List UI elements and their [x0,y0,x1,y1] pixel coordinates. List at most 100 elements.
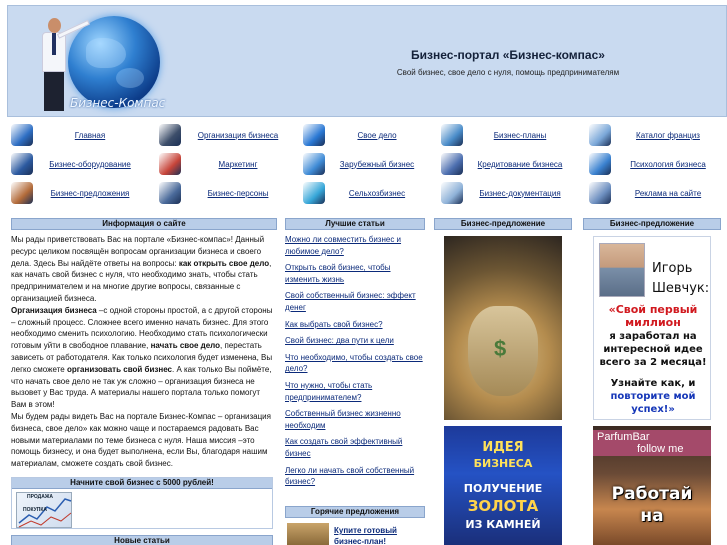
best-article-link[interactable]: Свой бизнес: два пути к цели [285,335,425,347]
logo-text: Бизнес-Компас [70,96,166,110]
parfumbar-logo: ParfumBar follow me [593,430,711,456]
money-bag-ad-banner[interactable] [444,236,562,420]
new-articles-title: Новые статьи [11,535,273,545]
business-offer-title-2: Бизнес-предложение [583,218,721,230]
nav-item-4[interactable]: Бизнес-планы [437,122,577,148]
nav-item-5[interactable]: Каталог франциз [585,122,725,148]
site-logo[interactable]: Бизнес-Компас [8,6,208,118]
parfumbar-logo-name: ParfumBar [597,431,650,443]
flower-icon[interactable] [303,182,325,204]
globe-icon[interactable] [11,124,33,146]
nav-item-label[interactable]: Психология бизнеса [611,160,725,169]
nav-item-2[interactable]: Организация бизнеса [155,122,295,148]
igor-ad-cta: повторите мой успех!» [610,391,696,415]
idea-ad-line-3: ПОЛУЧЕНИЕ [463,482,543,495]
hot-offers-title: Горячие предложения [285,506,425,518]
start-business-title: Начните свой бизнес с 5000 рублей! [12,478,272,489]
best-article-link[interactable]: Свой собственный бизнес: эффект денег [285,290,425,313]
nav-item-label[interactable]: Свое дело [325,131,429,140]
envelope-icon[interactable] [589,182,611,204]
nav-item-label[interactable]: Зарубежный бизнес [325,160,429,169]
chart-label-buy: ПОКУПКА [23,507,48,513]
nav-item-label[interactable]: Реклама на сайте [611,189,725,198]
catalog-icon[interactable] [589,124,611,146]
businessman-figure [36,18,90,114]
nav-item-10[interactable]: Психология бизнеса [585,151,725,177]
nav-item-label[interactable]: Бизнес-персоны [181,189,295,198]
question-icon[interactable] [589,153,611,175]
igor-first-name: Игорь [652,261,693,276]
info-highlight-open-business: как открыть свое дело [178,258,270,268]
compass-icon[interactable] [303,153,325,175]
nav-item-12[interactable]: Бизнес-персоны [155,180,295,206]
parfumbar-ad-headline-1: Работай [611,484,693,504]
credit-card-icon[interactable] [441,153,463,175]
business-offer-title-1: Бизнес-предложение [434,218,572,230]
page-title: Бизнес-портал «Бизнес-компас» [411,48,605,62]
nav-item-7[interactable]: Маркетинг [155,151,295,177]
best-article-link[interactable]: Легко ли начать свой собственный бизнес? [285,465,425,488]
nav-item-label[interactable]: Бизнес-предложения [33,189,147,198]
magnifier-icon[interactable] [159,182,181,204]
hot-offer-link[interactable]: Купите готовый бизнес-план! [334,525,424,545]
info-highlight-organization: Организация бизнеса [11,305,97,315]
nav-item-label[interactable]: Организация бизнеса [181,131,295,140]
nav-item-6[interactable]: Бизнес-оборудование [7,151,147,177]
nav-item-1[interactable]: Главная [7,122,147,148]
best-article-link[interactable]: Что нужно, чтобы стать предпринимателем? [285,380,425,403]
globe-logo-icon [68,16,160,108]
info-paragraph-3: Мы будем рады видеть Вас на портале Бизн… [11,411,271,469]
site-info-text: Мы рады приветствовать Вас на портале «Б… [11,234,277,470]
nav-item-8[interactable]: Зарубежный бизнес [299,151,429,177]
gold-idea-ad-banner[interactable]: ИДЕЯ БИЗНЕСА ПОЛУЧЕНИЕ ЗОЛОТА ИЗ КАМНЕЙ [444,426,562,545]
best-article-link[interactable]: Собственный бизнес жизненно необходим [285,408,425,431]
parfumbar-logo-slogan: follow me [637,443,684,455]
nav-item-9[interactable]: Кредитование бизнеса [437,151,577,177]
info-highlight-start-business: начать свое дело [150,341,221,351]
equipment-icon[interactable] [11,153,33,175]
chart-label-sell: ПРОДАЖА [27,494,53,500]
laptop-icon[interactable] [159,124,181,146]
parfumbar-ad-headline-2: на [640,506,664,526]
best-article-link[interactable]: Можно ли совместить бизнес и любимое дел… [285,234,425,257]
info-highlight-organize-business: организовать свой бизнес [66,364,172,374]
nav-item-label[interactable]: Бизнес-оборудование [33,160,147,169]
idea-ad-line-1: ИДЕЯ [482,440,524,455]
igor-shevchuk-ad-banner[interactable]: Игорь Шевчук: «Свой первый миллион я зар… [593,236,711,420]
nav-item-label[interactable]: Каталог франциз [611,131,725,140]
igor-ad-body: я заработал на интересной идее всего за … [599,331,707,368]
best-article-link[interactable]: Как создать свой эффективный бизнес [285,436,425,459]
briefcase-icon[interactable] [303,124,325,146]
best-article-link[interactable]: Открыть свой бизнес, чтобы изменить жизн… [285,262,425,285]
nav-item-label[interactable]: Главная [33,131,147,140]
parfumbar-ad-banner[interactable]: ParfumBar follow me Работай на [593,426,711,545]
start-business-banner[interactable]: Начните свой бизнес с 5000 рублей! ПРОДА… [11,477,273,529]
best-article-link[interactable]: Как выбрать свой бизнес? [285,319,425,331]
hot-offer-thumbnail[interactable] [287,523,329,545]
document-icon[interactable] [441,182,463,204]
best-article-link[interactable]: Что необходимо, чтобы создать свое дело? [285,352,425,375]
idea-ad-line-2: БИЗНЕСА [473,457,533,470]
site-header: Бизнес-Компас Бизнес-портал «Бизнес-комп… [7,5,727,117]
chart-icon[interactable] [159,153,181,175]
nav-item-3[interactable]: Свое дело [299,122,429,148]
best-articles-list: Можно ли совместить бизнес и любимое дел… [285,234,425,493]
nav-item-label[interactable]: Кредитование бизнеса [463,160,577,169]
nav-item-label[interactable]: Бизнес-документация [463,189,577,198]
nav-item-11[interactable]: Бизнес-предложения [7,180,147,206]
nav-item-13[interactable]: Сельхозбизнес [299,180,429,206]
calculator-icon[interactable] [441,124,463,146]
nav-item-label[interactable]: Сельхозбизнес [325,189,429,198]
handshake-icon[interactable] [11,182,33,204]
idea-ad-line-5: ИЗ КАМНЕЙ [465,518,541,531]
info-section-title: Информация о сайте [11,218,277,230]
igor-ad-headline: «Свой первый миллион [608,303,698,329]
nav-item-label[interactable]: Маркетинг [181,160,295,169]
nav-item-label[interactable]: Бизнес-планы [463,131,577,140]
nav-item-14[interactable]: Бизнес-документация [437,180,577,206]
page-subtitle: Свой бизнес, свое дело с нуля, помощь пр… [396,68,620,77]
igor-portrait-photo [599,243,645,297]
nav-item-15[interactable]: Реклама на сайте [585,180,725,206]
igor-last-name: Шевчук: [652,281,710,296]
trade-chart-image[interactable]: ПРОДАЖА ПОКУПКА [16,492,72,528]
